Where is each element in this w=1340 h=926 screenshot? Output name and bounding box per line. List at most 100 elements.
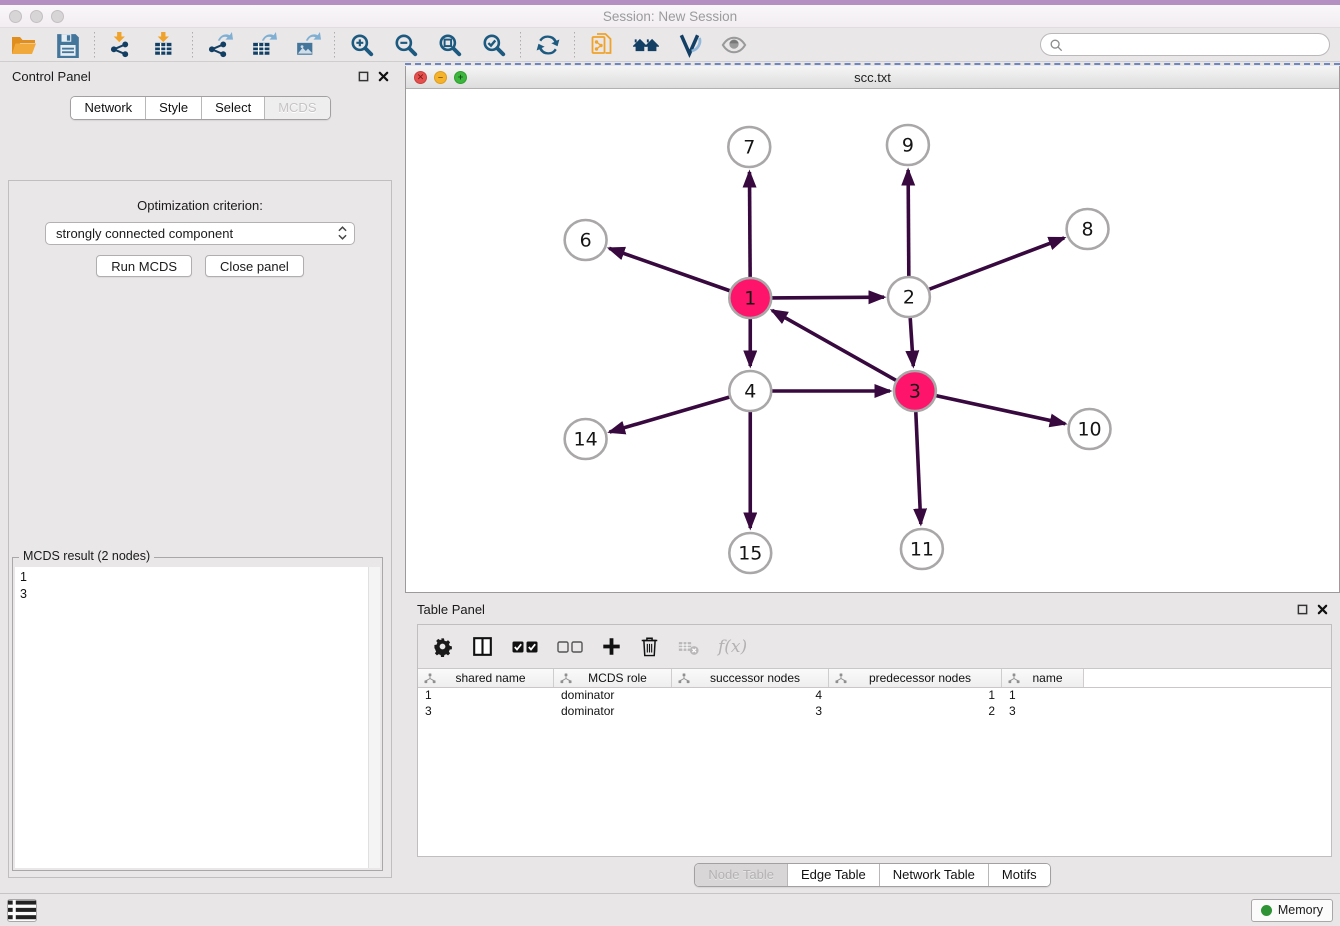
- network-canvas[interactable]: 7 9 6 8 1 2 4 3 14 10 15 11: [406, 89, 1339, 592]
- float-panel-icon[interactable]: [358, 71, 369, 82]
- frame-maximize-button[interactable]: +: [454, 71, 467, 84]
- plus-icon[interactable]: [602, 637, 621, 656]
- table-cell[interactable]: dominator: [554, 704, 672, 720]
- column-header-MCDS-role[interactable]: MCDS role: [554, 669, 672, 687]
- save-session-icon[interactable]: [54, 31, 81, 58]
- memory-status-icon: [1261, 905, 1272, 916]
- home-icon[interactable]: [632, 31, 659, 58]
- close-panel-button[interactable]: Close panel: [205, 255, 304, 277]
- columns-icon[interactable]: [472, 636, 493, 657]
- tab-style[interactable]: Style: [145, 97, 201, 119]
- tab-motifs[interactable]: Motifs: [988, 864, 1050, 886]
- search-input[interactable]: [1040, 33, 1330, 56]
- graph-edge-4-14[interactable]: [610, 397, 731, 432]
- svg-text:3: 3: [909, 380, 921, 402]
- table-cell[interactable]: 3: [672, 704, 829, 720]
- refresh-icon[interactable]: [534, 31, 561, 58]
- graph-node-14[interactable]: 14: [565, 419, 607, 459]
- node-table: shared nameMCDS rolesuccessor nodesprede…: [418, 668, 1331, 856]
- svg-text:7: 7: [743, 136, 755, 158]
- open-file-icon[interactable]: [10, 31, 37, 58]
- checked-pair-icon[interactable]: [512, 641, 538, 653]
- graph-node-15[interactable]: 15: [729, 533, 771, 573]
- export-image-icon[interactable]: [294, 31, 321, 58]
- result-scrollbar[interactable]: [368, 567, 380, 868]
- zoom-out-icon[interactable]: [392, 31, 419, 58]
- table-cell[interactable]: 1: [418, 688, 554, 704]
- close-table-panel-icon[interactable]: [1317, 604, 1328, 615]
- graph-node-6[interactable]: 6: [565, 220, 607, 260]
- gear-icon[interactable]: [432, 636, 453, 657]
- zoom-selected-icon[interactable]: [480, 31, 507, 58]
- application-window: Session: New Session Control Panel Netwo…: [0, 0, 1340, 926]
- task-history-button[interactable]: [7, 899, 37, 922]
- column-type-icon: [424, 673, 436, 684]
- graph-node-1[interactable]: 1: [729, 278, 771, 318]
- zoom-fit-icon[interactable]: [436, 31, 463, 58]
- table-cell[interactable]: 2: [829, 704, 1002, 720]
- graph-edge-2-3[interactable]: [910, 318, 913, 366]
- graph-node-2[interactable]: 2: [888, 277, 930, 317]
- table-cell[interactable]: 3: [418, 704, 554, 720]
- graph-node-11[interactable]: 11: [901, 529, 943, 569]
- graph-node-8[interactable]: 8: [1067, 209, 1109, 249]
- table-cell[interactable]: 1: [829, 688, 1002, 704]
- table-row[interactable]: 3dominator323: [418, 704, 1331, 720]
- tab-node-table[interactable]: Node Table: [695, 864, 787, 886]
- graph-edge-2-8[interactable]: [928, 238, 1064, 290]
- table-cell[interactable]: 4: [672, 688, 829, 704]
- export-table-icon[interactable]: [250, 31, 277, 58]
- table-cell[interactable]: 1: [1002, 688, 1084, 704]
- first-neighbors-icon[interactable]: [588, 31, 615, 58]
- graph-edge-2-9[interactable]: [908, 170, 909, 276]
- float-table-panel-icon[interactable]: [1297, 604, 1308, 615]
- network-frame-titlebar[interactable]: scc.txt ✕ – +: [406, 66, 1339, 89]
- mcds-result-title: MCDS result (2 nodes): [19, 549, 154, 563]
- graph-node-10[interactable]: 10: [1069, 409, 1111, 449]
- table-row[interactable]: 1dominator411: [418, 688, 1331, 704]
- table-tabs: Node TableEdge TableNetwork TableMotifs: [405, 860, 1340, 890]
- zoom-in-icon[interactable]: [348, 31, 375, 58]
- eye-icon[interactable]: [720, 31, 747, 58]
- search-icon: [1049, 38, 1063, 52]
- table-cell[interactable]: dominator: [554, 688, 672, 704]
- tab-mcds[interactable]: MCDS: [264, 97, 329, 119]
- frame-minimize-button[interactable]: –: [434, 71, 447, 84]
- graph-edge-1-2[interactable]: [771, 297, 884, 298]
- graph-node-3[interactable]: 3: [894, 371, 936, 411]
- tab-network-table[interactable]: Network Table: [879, 864, 988, 886]
- show-hide-icon[interactable]: [676, 31, 703, 58]
- svg-text:14: 14: [574, 428, 598, 450]
- export-network-icon[interactable]: [206, 31, 233, 58]
- toolbar-separator: [574, 32, 575, 58]
- column-header-successor-nodes[interactable]: successor nodes: [672, 669, 829, 687]
- tab-edge-table[interactable]: Edge Table: [787, 864, 879, 886]
- graph-node-7[interactable]: 7: [728, 127, 770, 167]
- optimization-criterion-select[interactable]: strongly connected component: [45, 222, 355, 245]
- table-toolbar: f(x): [418, 625, 1331, 668]
- close-panel-icon[interactable]: [378, 71, 389, 82]
- svg-text:9: 9: [902, 134, 914, 156]
- graph-edge-3-11[interactable]: [916, 412, 921, 524]
- trash-icon[interactable]: [640, 636, 659, 657]
- tab-network[interactable]: Network: [71, 97, 145, 119]
- table-panel: Table Panel f(x) shared nameMCDS rolesuc…: [405, 598, 1340, 893]
- import-network-icon[interactable]: [108, 31, 135, 58]
- tab-select[interactable]: Select: [201, 97, 264, 119]
- run-mcds-button[interactable]: Run MCDS: [96, 255, 192, 277]
- graph-edge-3-10[interactable]: [935, 396, 1065, 424]
- graph-edge-1-6[interactable]: [609, 248, 730, 291]
- graph-edge-3-1[interactable]: [772, 310, 897, 380]
- column-type-icon: [560, 673, 572, 684]
- column-header-shared-name[interactable]: shared name: [418, 669, 554, 687]
- graph-edge-1-7[interactable]: [749, 172, 750, 277]
- table-cell[interactable]: 3: [1002, 704, 1084, 720]
- import-table-icon[interactable]: [152, 31, 179, 58]
- frame-close-button[interactable]: ✕: [414, 71, 427, 84]
- unchecked-pair-icon[interactable]: [557, 641, 583, 653]
- memory-button[interactable]: Memory: [1251, 899, 1333, 922]
- column-header-name[interactable]: name: [1002, 669, 1084, 687]
- column-header-predecessor-nodes[interactable]: predecessor nodes: [829, 669, 1002, 687]
- graph-node-4[interactable]: 4: [729, 371, 771, 411]
- graph-node-9[interactable]: 9: [887, 125, 929, 165]
